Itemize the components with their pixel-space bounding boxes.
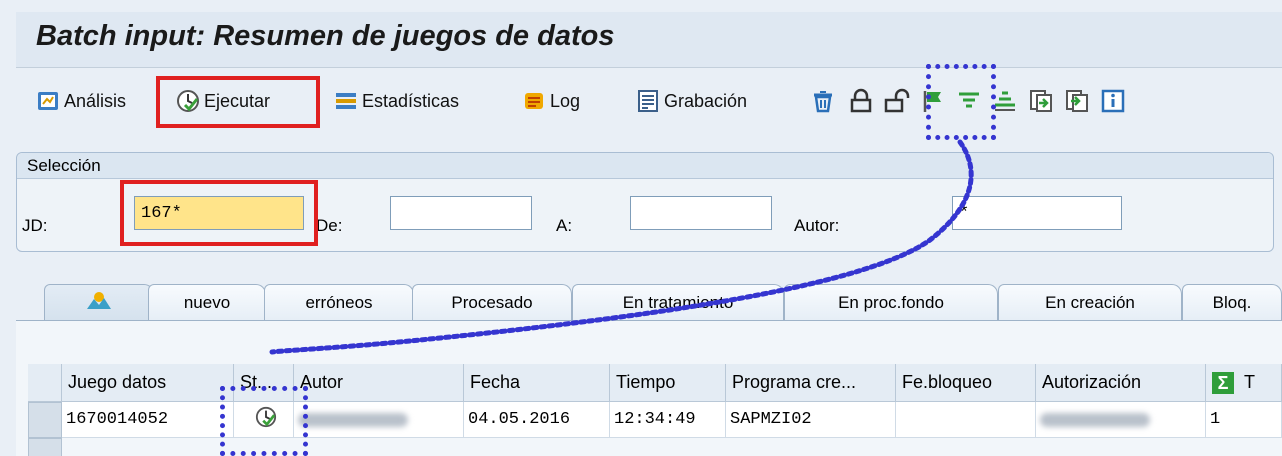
grabacion-button[interactable]: Grabación (636, 86, 747, 116)
row-selector[interactable] (28, 402, 62, 438)
ejecutar-highlight-box (156, 76, 320, 128)
cell-autor[interactable] (294, 402, 464, 438)
a-input[interactable] (630, 196, 772, 230)
cell-programa[interactable]: SAPMZI02 (726, 402, 896, 438)
mountain-icon (86, 290, 112, 315)
cell-total[interactable]: 1 (1206, 402, 1282, 438)
autor-input[interactable] (952, 196, 1122, 230)
cell-fecha[interactable]: 04.05.2016 (464, 402, 610, 438)
flag-highlight-box (926, 64, 996, 140)
seleccion-header: Selección (17, 153, 1273, 179)
jd-label: JD: (22, 216, 48, 235)
cell-autorizacion[interactable] (1036, 402, 1206, 438)
import-icon[interactable] (1028, 88, 1054, 114)
select-all-cell[interactable] (28, 364, 62, 402)
log-button[interactable]: Log (522, 86, 580, 116)
estadisticas-button[interactable]: Estadísticas (334, 86, 459, 116)
tab-procesado[interactable]: Procesado (412, 284, 572, 320)
tab-nuevo[interactable]: nuevo (148, 284, 266, 320)
cell-fe-bloqueo[interactable] (896, 402, 1036, 438)
cell-tiempo[interactable]: 12:34:49 (610, 402, 726, 438)
col-juego-datos[interactable]: Juego datos (62, 364, 234, 402)
title-bar: Batch input: Resumen de juegos de datos (16, 12, 1282, 68)
autor-label: Autor: (794, 216, 840, 235)
de-input[interactable] (390, 196, 532, 230)
analysis-icon (36, 89, 60, 113)
page-title: Batch input: Resumen de juegos de datos (36, 20, 615, 52)
export-icon[interactable] (1064, 88, 1090, 114)
status-highlight-box (220, 386, 308, 456)
col-tiempo[interactable]: Tiempo (610, 364, 726, 402)
tab-en-tratamiento[interactable]: En tratamiento (572, 284, 784, 320)
tab-strip: nuevo erróneos Procesado En tratamiento … (16, 278, 1282, 320)
analisis-label: Análisis (64, 90, 127, 111)
recording-icon (636, 89, 660, 113)
jd-highlight-box (120, 180, 318, 246)
col-autorizacion[interactable]: Autorización (1036, 364, 1206, 402)
col-fecha[interactable]: Fecha (464, 364, 610, 402)
analisis-button[interactable]: Análisis (36, 86, 126, 116)
blurred-author (298, 412, 408, 427)
tab-en-proc-fondo[interactable]: En proc.fondo (784, 284, 998, 320)
blurred-authorization (1040, 412, 1150, 427)
info-icon[interactable] (1100, 88, 1126, 114)
col-programa[interactable]: Programa cre... (726, 364, 896, 402)
delete-icon[interactable] (810, 88, 836, 114)
lock-icon[interactable] (848, 88, 874, 114)
row-selector[interactable] (28, 438, 62, 456)
col-autor[interactable]: Autor (294, 364, 464, 402)
tab-en-creacion[interactable]: En creación (998, 284, 1182, 320)
log-icon (522, 89, 546, 113)
tab-erroneos[interactable]: erróneos (264, 284, 414, 320)
col-total[interactable]: Σ T (1206, 364, 1282, 402)
sum-icon: Σ (1212, 371, 1234, 394)
cell-juego-datos[interactable]: 1670014052 (62, 402, 234, 438)
col-total-label: T (1244, 372, 1255, 392)
tab-bloq[interactable]: Bloq. (1182, 284, 1282, 320)
col-fe-bloqueo[interactable]: Fe.bloqueo (896, 364, 1036, 402)
unlock-icon[interactable] (884, 88, 910, 114)
a-label: A: (556, 216, 573, 235)
grabacion-label: Grabación (664, 90, 748, 111)
log-label: Log (550, 90, 581, 111)
tab-overview[interactable] (44, 284, 154, 320)
seleccion-title: Selección (27, 156, 101, 175)
statistics-icon (334, 89, 358, 113)
de-label: De: (316, 216, 343, 235)
estadisticas-label: Estadísticas (362, 90, 460, 111)
